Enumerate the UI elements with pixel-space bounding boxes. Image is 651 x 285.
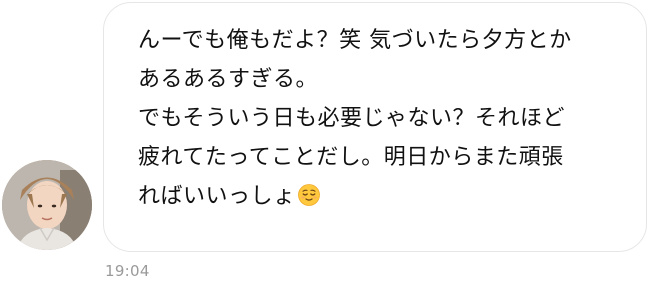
message-line-5: ればいいっしょ <box>138 184 296 209</box>
message-line-5-wrapper: ればいいっしょ <box>138 177 626 216</box>
message-line-4: 疲れてたってことだし。明日からまた頑張 <box>138 145 564 170</box>
message-timestamp: 19:04 <box>105 262 150 280</box>
message-line-2: あるあるすぎる。 <box>138 67 319 92</box>
message-line-1: んーでも俺もだよ？笑 気づいたら夕方とか <box>138 28 572 53</box>
message-line-3: でもそういう日も必要じゃない？それほど <box>138 106 566 131</box>
sender-avatar[interactable] <box>2 160 92 250</box>
chat-message-row: んーでも俺もだよ？笑 気づいたら夕方とか あるあるすぎる。 でもそういう日も必要… <box>0 0 651 285</box>
avatar-photo-icon <box>2 160 92 250</box>
relieved-face-emoji-icon <box>297 184 320 206</box>
message-bubble[interactable]: んーでも俺もだよ？笑 気づいたら夕方とか あるあるすぎる。 でもそういう日も必要… <box>103 2 647 252</box>
